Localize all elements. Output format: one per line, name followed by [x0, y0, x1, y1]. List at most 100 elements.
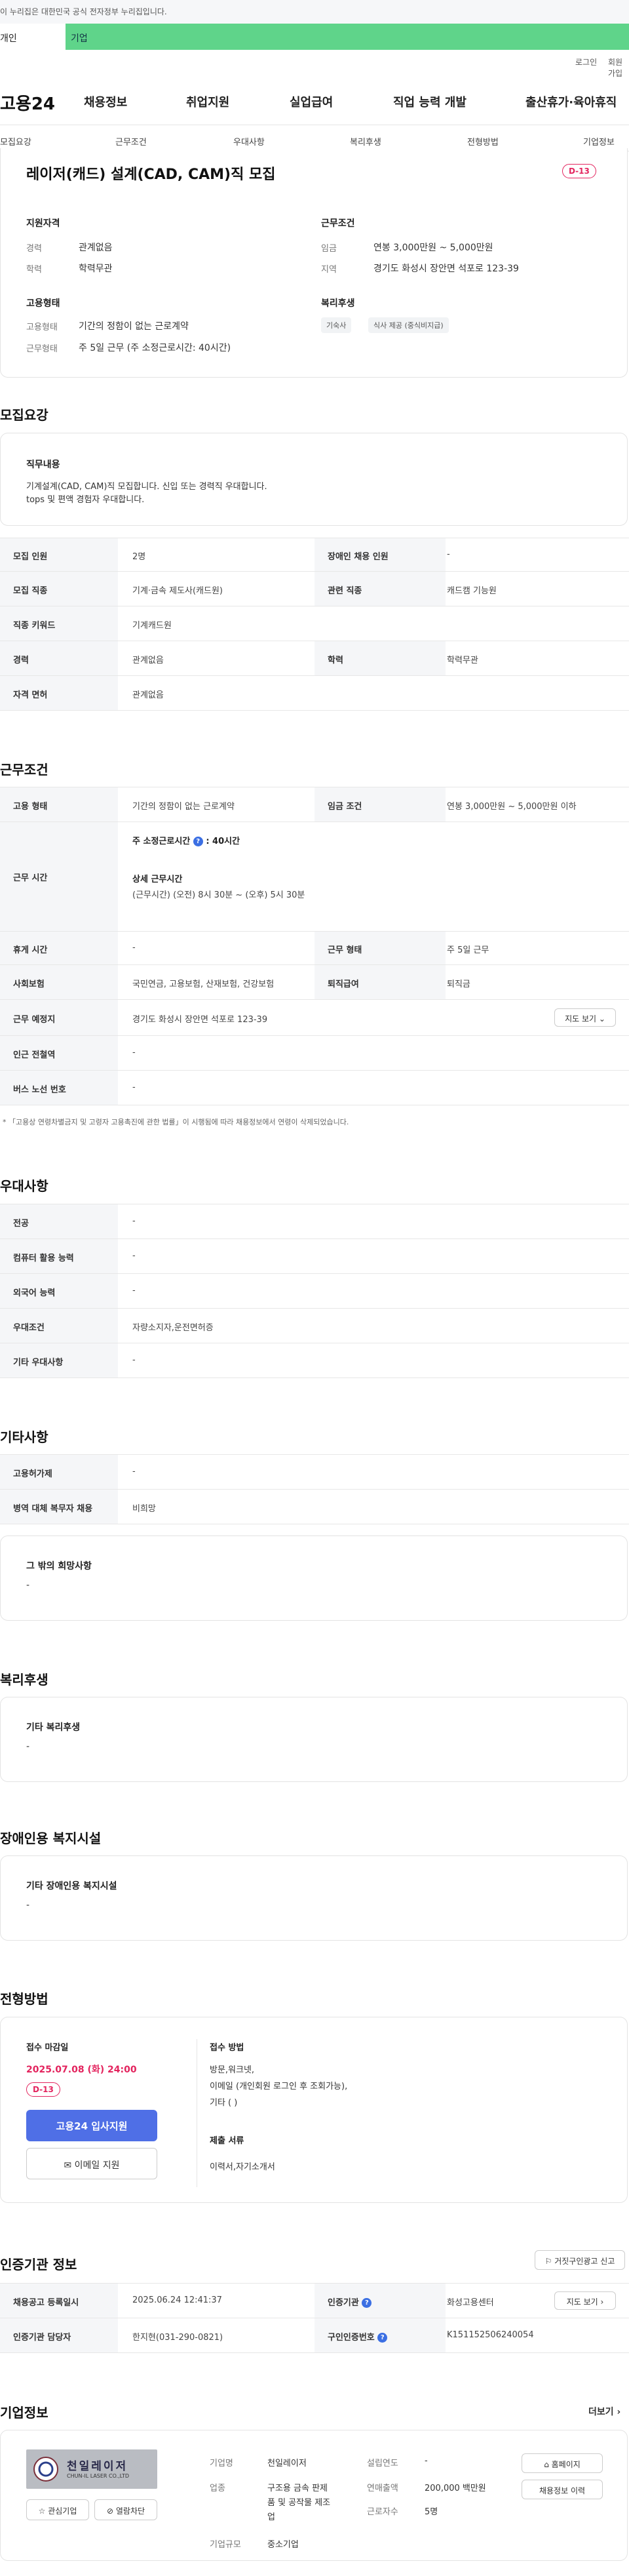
gnb-employment-support[interactable]: 취업지원: [186, 93, 229, 110]
report-button[interactable]: ⚐ 거짓구인광고 신고: [535, 2250, 625, 2270]
table-label: 병역 대체 복무자 채용: [13, 1504, 93, 1514]
table-value: 기간의 정함이 없는 근로계약: [132, 802, 235, 812]
company-sales-value: 200,000 백만원: [425, 2484, 486, 2493]
tab-company[interactable]: 기업: [66, 24, 629, 50]
table-value: 주 5일 근무: [447, 945, 489, 955]
table-label: 외국어 능력: [13, 1288, 56, 1298]
block-company-button[interactable]: ⊘ 열람차단: [94, 2499, 157, 2520]
emp-value: 기간의 정함이 없는 근로계약: [79, 321, 189, 332]
table-label: 경력: [13, 656, 29, 665]
table-label: 버스 노선 번호: [13, 1085, 66, 1095]
company-name-value: 천일레이저: [267, 2459, 307, 2468]
table-value: 비희망: [132, 1504, 156, 1514]
table-value: 한지현(031-290-0821): [132, 2333, 223, 2343]
job-history-button[interactable]: 채용정보 이력: [522, 2480, 603, 2499]
process-title: 전형방법: [0, 1991, 48, 2007]
table-value: 국민연금, 고용보험, 산재보험, 건강보험: [132, 980, 275, 989]
anchor-recruit[interactable]: 모집요강: [0, 135, 31, 148]
table-value: 기계캐드원: [132, 621, 172, 631]
table-value: 기계·금속 제도사(캐드원): [132, 586, 223, 596]
star-icon: ☆: [38, 2507, 46, 2516]
map-button[interactable]: 지도 보기 ⌄: [554, 1008, 616, 1027]
block-icon: ⊘: [106, 2507, 114, 2516]
login-link[interactable]: 로그인: [575, 56, 597, 68]
table-label: 전공: [13, 1219, 29, 1229]
weekly-hours-label: 주 소정근로시간 ? : 40시간: [132, 837, 240, 846]
company-logo: 천일레이저 CHUN-IL LASER CO.,LTD: [26, 2449, 157, 2489]
company-emp-label: 근로자수: [367, 2507, 398, 2517]
detail-hours-label: 상세 근무시간: [132, 875, 183, 884]
table-value: -: [132, 943, 136, 953]
process-dday-badge: D-13: [26, 2082, 60, 2097]
welfare-box-value: -: [26, 1741, 30, 1752]
table-value: -: [132, 1048, 136, 1058]
work-value: 주 5일 근무 (주 소정근로시간: 40시간): [79, 343, 231, 353]
disab-box-title: 기타 장애인용 복지시설: [26, 1881, 117, 1892]
welfare-box: [0, 1697, 628, 1782]
gov-banner: 이 누리집은 대한민국 공식 전자정부 누리집입니다.: [0, 0, 629, 24]
welfare-box-title: 기타 복리후생: [26, 1722, 81, 1733]
company-logo-text: 천일레이저: [67, 2460, 128, 2473]
company-year-label: 설립연도: [367, 2459, 398, 2468]
table-label: 기타 우대사항: [13, 1358, 64, 1368]
edu-value: 학력무관: [79, 264, 113, 274]
gnb-training[interactable]: 직업 능력 개발: [393, 93, 467, 110]
home-icon: ⌂: [544, 2460, 549, 2469]
gnb-parental-leave[interactable]: 출산휴가·육아휴직: [525, 93, 617, 110]
welfare-section-title: 복리후생: [0, 1672, 48, 1688]
chevron-down-icon: ⌄: [598, 1014, 605, 1023]
company-size-label: 기업규모: [210, 2540, 241, 2550]
email-apply-button[interactable]: ✉ 이메일 지원: [26, 2148, 157, 2179]
table-value: 관계없음: [132, 690, 164, 700]
favorite-company-button[interactable]: ☆ 관심기업: [26, 2499, 89, 2520]
detail-hours-value: (근무시간) (오전) 8시 30분 ~ (오후) 5시 30분: [132, 890, 305, 900]
anchor-welfare[interactable]: 복리후생: [350, 135, 381, 148]
table-value: 화성고용센터: [447, 2298, 494, 2308]
deadline-value: 2025.07.08 (화) 24:00: [26, 2065, 137, 2075]
cert-num-label: 구인인증번호 ?: [328, 2330, 388, 2343]
table-label: 인근 전철역: [13, 1050, 56, 1060]
table-label: 관련 직종: [328, 586, 362, 596]
gnb-jobs[interactable]: 채용정보: [84, 93, 127, 110]
company-biz-line: 구조용 금속 판제: [267, 2484, 328, 2493]
company-biz-line: 품 및 공작물 제조: [267, 2498, 331, 2508]
work-label: 근무형태: [26, 344, 58, 354]
table-label: 자격 면허: [13, 690, 48, 700]
apply-button[interactable]: 고용24 입사지원: [26, 2110, 157, 2141]
table-value: -: [132, 1082, 136, 1092]
career-value: 관계없음: [79, 243, 113, 253]
pref-title: 우대사항: [0, 1178, 48, 1194]
info-icon[interactable]: ?: [362, 2298, 372, 2308]
qual-title: 지원자격: [26, 218, 60, 229]
chevron-right-icon: ›: [617, 2407, 621, 2417]
career-label: 경력: [26, 244, 42, 254]
method-label: 접수 방법: [210, 2043, 244, 2053]
tab-individual[interactable]: 개인: [0, 24, 66, 50]
age-note: * 「고용상 연령차별금지 및 고령자 고용촉진에 관한 법률」이 시행됨에 따…: [3, 1118, 349, 1126]
info-icon[interactable]: ?: [377, 2333, 388, 2343]
cert-org-label: 인증기관 ?: [328, 2295, 372, 2308]
site-logo[interactable]: 고용24: [0, 90, 55, 115]
recruit-title: 모집요강: [0, 407, 48, 423]
anchor-process[interactable]: 전형방법: [467, 135, 499, 148]
table-value: 자량소지자,운전면허증: [132, 1323, 214, 1333]
anchor-company[interactable]: 기업정보: [583, 135, 615, 148]
cert-map-button[interactable]: 지도 보기 ›: [554, 2291, 616, 2310]
anchor-preference[interactable]: 우대사항: [233, 135, 265, 148]
anchor-work-cond[interactable]: 근무조건: [115, 135, 147, 148]
table-value: 경기도 화성시 장안면 석포로 123-39: [132, 1015, 268, 1025]
gnb-unemployment[interactable]: 실업급여: [290, 93, 333, 110]
welfare-chip: 기숙사: [321, 317, 352, 333]
disab-box-value: -: [26, 1900, 30, 1911]
signup-link[interactable]: 회원가입: [608, 56, 629, 79]
table-label: 모집 인원: [13, 552, 48, 562]
method-line: 이메일 (개인회원 로그인 후 조회가능),: [210, 2082, 348, 2091]
table-label: 휴게 시간: [13, 945, 48, 955]
table-value: K151152506240054: [447, 2330, 534, 2340]
member-type-tabs: 개인 기업: [0, 24, 629, 50]
homepage-button[interactable]: ⌂ 홈페이지: [522, 2453, 603, 2473]
gov-banner-text: 이 누리집은 대한민국 공식 전자정부 누리집입니다.: [0, 7, 167, 16]
info-icon[interactable]: ?: [193, 837, 203, 846]
company-more-link[interactable]: 더보기 ›: [588, 2405, 620, 2418]
area-value: 경기도 화성시 장안면 석포로 123-39: [373, 264, 519, 274]
